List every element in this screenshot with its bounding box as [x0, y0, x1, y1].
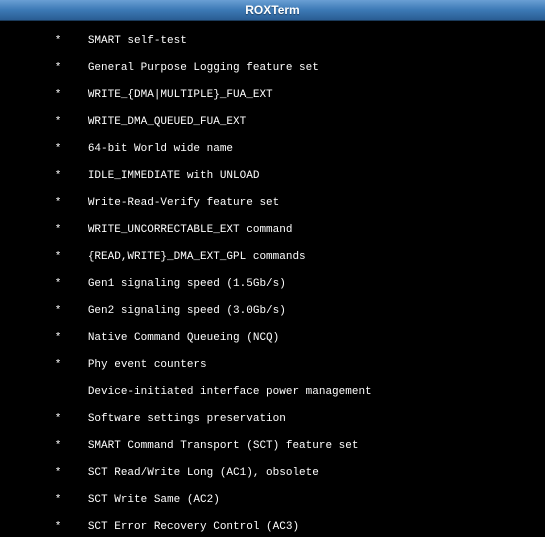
output-line: * General Purpose Logging feature set — [2, 62, 543, 76]
window-titlebar[interactable]: ROXTerm — [0, 0, 545, 21]
output-line: * SMART self-test — [2, 35, 543, 49]
output-line: * Gen1 signaling speed (1.5Gb/s) — [2, 278, 543, 292]
output-line: * WRITE_{DMA|MULTIPLE}_FUA_EXT — [2, 89, 543, 103]
window-title: ROXTerm — [245, 3, 299, 17]
output-line: * IDLE_IMMEDIATE with UNLOAD — [2, 170, 543, 184]
output-line: * SCT Read/Write Long (AC1), obsolete — [2, 467, 543, 481]
output-line: * Phy event counters — [2, 359, 543, 373]
output-line: * Gen2 signaling speed (3.0Gb/s) — [2, 305, 543, 319]
output-line: * WRITE_DMA_QUEUED_FUA_EXT — [2, 116, 543, 130]
output-line: * SMART Command Transport (SCT) feature … — [2, 440, 543, 454]
output-line: * Native Command Queueing (NCQ) — [2, 332, 543, 346]
output-line: * Software settings preservation — [2, 413, 543, 427]
output-line: * SCT Error Recovery Control (AC3) — [2, 521, 543, 535]
output-line: * {READ,WRITE}_DMA_EXT_GPL commands — [2, 251, 543, 265]
terminal-output[interactable]: * SMART self-test * General Purpose Logg… — [0, 21, 545, 537]
output-line: Device-initiated interface power managem… — [2, 386, 543, 400]
output-line: * Write-Read-Verify feature set — [2, 197, 543, 211]
output-line: * 64-bit World wide name — [2, 143, 543, 157]
output-line: * SCT Write Same (AC2) — [2, 494, 543, 508]
output-line: * WRITE_UNCORRECTABLE_EXT command — [2, 224, 543, 238]
